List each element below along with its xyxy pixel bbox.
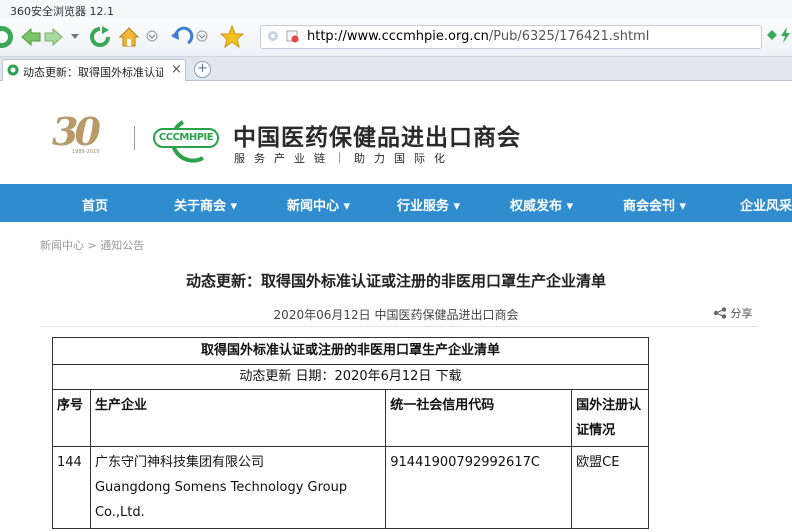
cccmhpie-logo[interactable]: CCCMHPIE — [153, 118, 223, 164]
refresh-icon[interactable] — [88, 26, 112, 48]
url-text[interactable]: http://www.cccmhpie.org.cn/Pub/6325/1764… — [307, 29, 649, 44]
share-icon — [713, 307, 727, 319]
history-dropdown-icon[interactable] — [70, 29, 80, 43]
company-name-en: Guangdong Somens Technology Group Co.,Lt… — [94, 480, 348, 520]
article-meta: 2020年06月12日 中国医药保健品进出口商会 — [273, 308, 519, 322]
article-title: 动态更新：取得国外标准认证或注册的非医用口罩生产企业清单 — [185, 272, 606, 290]
logo-divider — [134, 126, 135, 150]
tab-favicon-icon — [7, 64, 19, 76]
share-label: 分享 — [730, 307, 753, 320]
column-header-certification: 国外注册认证情况 — [571, 389, 649, 447]
column-header-company: 生产企业 — [89, 389, 387, 447]
page-status-icon — [267, 30, 279, 42]
cell-credit-code: 91441900792992617C — [385, 446, 573, 529]
menu-item-enterprises[interactable]: 企业风采 — [740, 195, 792, 214]
tab-label: 动态更新：取得国外标准认证或注 — [23, 66, 163, 79]
home-dropdown-icon[interactable] — [146, 29, 158, 43]
undo-dropdown-icon[interactable] — [196, 29, 208, 43]
breadcrumb[interactable]: 新闻中心 > 通知公告 — [40, 237, 144, 253]
cell-certification: 欧盟CE — [571, 446, 649, 529]
tab-bar: 动态更新：取得国外标准认证或注 × + — [0, 57, 792, 81]
table-title: 取得国外标准认证或注册的非医用口罩生产企业清单 — [52, 337, 649, 365]
browser-title: 360安全浏览器 12.1 — [10, 5, 114, 18]
menu-item-home[interactable]: 首页 — [82, 195, 108, 214]
tab-active[interactable]: 动态更新：取得国外标准认证或注 × — [2, 59, 186, 81]
extension-icon[interactable] — [766, 29, 778, 41]
org-name: 中国医药保健品进出口商会 — [233, 125, 521, 151]
org-slogan: 服务产业链｜助力国际化 — [234, 152, 454, 165]
table-row: 144 广东守门神科技集团有限公司 Guangdong Somens Techn… — [52, 446, 649, 529]
address-bar[interactable]: http://www.cccmhpie.org.cn/Pub/6325/1764… — [260, 25, 762, 49]
menu-item-news[interactable]: 新闻中心 ▾ — [287, 195, 350, 214]
company-name-cn: 广东守门神科技集团有限公司 — [94, 455, 264, 470]
cell-no: 144 — [52, 446, 91, 529]
url-domain: http://www.cccmhpie.org.cn — [307, 29, 489, 44]
table-subtitle-row: 动态更新 日期：2020年6月12日 下载 — [52, 364, 649, 390]
site-header: 30 1989-2019 CCCMHPIE 中国医药保健品进出口商会 服务产业链… — [0, 81, 792, 184]
undo-icon[interactable] — [170, 26, 194, 48]
anniversary-number: 30 — [52, 109, 101, 154]
home-icon[interactable] — [118, 26, 140, 48]
favorites-star-icon[interactable] — [220, 25, 244, 49]
divider — [40, 326, 758, 327]
url-path: /Pub/6325/176421.shtml — [488, 29, 650, 44]
browser-title-bar: 360安全浏览器 12.1 — [0, 0, 792, 18]
menu-item-releases[interactable]: 权威发布 ▾ — [510, 195, 573, 214]
table-title-row: 取得国外标准认证或注册的非医用口罩生产企业清单 — [52, 337, 649, 365]
back-icon[interactable] — [20, 27, 42, 47]
column-header-credit-code: 统一社会信用代码 — [385, 389, 573, 447]
tab-close-icon[interactable]: × — [171, 62, 182, 77]
browser-logo-icon[interactable] — [0, 24, 16, 50]
share-button[interactable]: 分享 — [713, 305, 753, 321]
menu-item-about[interactable]: 关于商会 ▾ — [174, 195, 237, 214]
new-tab-button[interactable]: + — [194, 61, 211, 78]
table-header-row: 序号 生产企业 统一社会信用代码 国外注册认证情况 — [52, 389, 649, 447]
column-header-no: 序号 — [52, 389, 91, 447]
cccmhpie-logo-text: CCCMHPIE — [153, 128, 219, 148]
anniversary-logo[interactable]: 30 1989-2019 — [48, 109, 118, 155]
main-menu: 首页 关于商会 ▾ 新闻中心 ▾ 行业服务 ▾ 权威发布 ▾ 商会会刊 ▾ 企业… — [0, 184, 792, 222]
menu-item-services[interactable]: 行业服务 ▾ — [397, 195, 460, 214]
menu-item-journal[interactable]: 商会会刊 ▾ — [623, 195, 686, 214]
table-subtitle[interactable]: 动态更新 日期：2020年6月12日 下载 — [52, 364, 649, 390]
cell-company: 广东守门神科技集团有限公司 Guangdong Somens Technolog… — [89, 446, 387, 529]
lightning-icon[interactable] — [780, 27, 792, 43]
security-warning-icon[interactable] — [285, 29, 299, 43]
enterprise-table: 取得国外标准认证或注册的非医用口罩生产企业清单 动态更新 日期：2020年6月1… — [52, 337, 649, 529]
browser-toolbar: http://www.cccmhpie.org.cn/Pub/6325/1764… — [0, 18, 792, 57]
forward-icon[interactable] — [44, 27, 64, 47]
anniversary-years: 1989-2019 — [72, 149, 100, 155]
